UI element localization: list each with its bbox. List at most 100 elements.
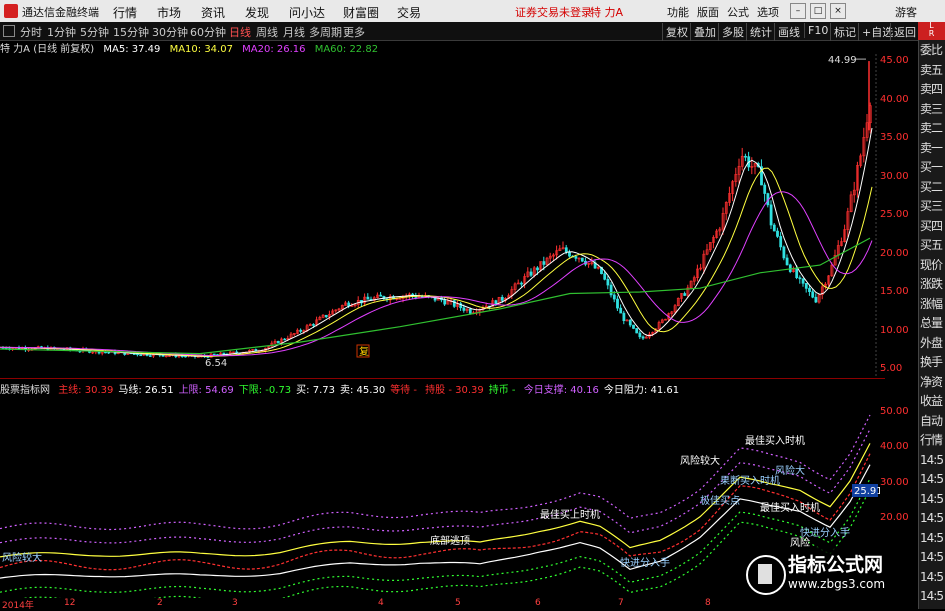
- candlestick-chart[interactable]: 44.99 6.54 复: [0, 54, 880, 379]
- side-panel-item-17[interactable]: 净资: [920, 374, 945, 390]
- signal-annotation-5: 底部逃顶: [430, 534, 470, 547]
- btn-back[interactable]: 返回: [890, 23, 919, 41]
- side-panel-item-18[interactable]: 收益: [920, 393, 945, 409]
- pane-divider[interactable]: [0, 378, 885, 379]
- period-toolbar: 分时 1分钟 5分钟 15分钟 30分钟 60分钟 日线 周线 月线 多周期 更…: [0, 22, 945, 41]
- indicator-value-5: 卖: 45.30: [340, 385, 386, 396]
- main-y-tick-0: 45.00: [880, 55, 909, 66]
- period-more[interactable]: 更多: [343, 24, 365, 40]
- x-tick-6: 6: [535, 598, 541, 608]
- period-15min[interactable]: 15分钟: [113, 24, 149, 40]
- side-panel-item-26[interactable]: 14:5: [920, 549, 945, 565]
- side-panel-item-4[interactable]: 卖二: [920, 120, 945, 136]
- candle: [139, 354, 143, 357]
- main-chart-info: 特 力A (日线 前复权) MA5: 37.49 MA10: 34.07 MA2…: [0, 40, 384, 55]
- side-panel-item-13[interactable]: 涨幅: [920, 296, 945, 312]
- menu-layout[interactable]: 版面: [697, 4, 719, 20]
- indicator-name: 股票指标网: [0, 385, 50, 396]
- menu-discover[interactable]: 发现: [245, 4, 269, 21]
- panel-lr-toggle[interactable]: L R: [918, 22, 945, 40]
- main-y-tick-2: 35.00: [880, 132, 909, 143]
- period-monthly[interactable]: 月线: [283, 24, 305, 40]
- side-panel-item-15[interactable]: 外盘: [920, 335, 945, 351]
- period-weekly[interactable]: 周线: [256, 24, 278, 40]
- side-panel-item-25[interactable]: 14:5: [920, 530, 945, 546]
- side-panel-item-5[interactable]: 卖一: [920, 140, 945, 156]
- high-price-label: 44.99: [828, 55, 857, 66]
- x-tick-5: 5: [455, 598, 461, 608]
- period-1min[interactable]: 1分钟: [47, 24, 76, 40]
- main-y-tick-6: 15.00: [880, 286, 909, 297]
- main-y-tick-5: 20.00: [880, 247, 909, 259]
- close-icon[interactable]: ×: [830, 3, 846, 19]
- x-tick-3: 3: [232, 598, 238, 608]
- side-panel-item-11[interactable]: 现价: [920, 257, 945, 273]
- signal-annotation-0: 风险较大: [2, 551, 42, 564]
- side-panel-item-6[interactable]: 买一: [920, 159, 945, 175]
- menu-bar: 通达信金融终端 行情 市场 资讯 发现 问小达 财富圈 交易 证券交易未登录 特…: [0, 0, 945, 23]
- low-price-label: 6.54: [205, 358, 227, 369]
- side-panel-item-7[interactable]: 买二: [920, 179, 945, 195]
- side-panel-item-28[interactable]: 14:5: [920, 588, 945, 604]
- main-y-tick-3: 30.00: [880, 170, 909, 182]
- indicator-value-8: 持币 -: [488, 385, 519, 396]
- menu-formula[interactable]: 公式: [727, 4, 749, 20]
- menu-function[interactable]: 功能: [667, 4, 689, 20]
- candle: [212, 353, 216, 356]
- side-panel-item-16[interactable]: 换手: [920, 354, 945, 370]
- side-panel-item-14[interactable]: 总量: [920, 315, 945, 331]
- trade-login-notice[interactable]: 证券交易未登录: [515, 4, 592, 20]
- panel-toggle-icon[interactable]: [3, 25, 15, 37]
- btn-f10[interactable]: F10: [804, 23, 831, 38]
- period-30min[interactable]: 30分钟: [152, 24, 188, 40]
- indicator-value-7: 持股 - 30.39: [425, 385, 484, 396]
- side-panel-item-0[interactable]: 委比: [920, 42, 945, 58]
- side-panel-item-12[interactable]: 涨跌: [920, 276, 945, 292]
- side-panel-item-22[interactable]: 14:5: [920, 471, 945, 487]
- menu-ask[interactable]: 问小达: [289, 4, 325, 21]
- btn-multi-stock[interactable]: 多股: [718, 23, 747, 41]
- candle: [580, 257, 584, 263]
- side-panel-item-24[interactable]: 14:5: [920, 510, 945, 526]
- btn-overlay[interactable]: 叠加: [690, 23, 719, 41]
- ind-y-tick-0: 50.00: [880, 406, 909, 417]
- signal-annotation-2: 极佳买点: [700, 494, 740, 507]
- side-panel-item-19[interactable]: 自动: [920, 413, 945, 429]
- btn-stats[interactable]: 统计: [746, 23, 775, 41]
- btn-adjust[interactable]: 复权: [662, 23, 691, 41]
- maximize-icon[interactable]: □: [810, 3, 826, 19]
- minimize-icon[interactable]: –: [790, 3, 806, 19]
- side-panel-item-27[interactable]: 14:5: [920, 569, 945, 585]
- side-panel-item-21[interactable]: 14:5: [920, 452, 945, 468]
- period-multi[interactable]: 多周期: [309, 24, 342, 40]
- menu-trade[interactable]: 交易: [397, 4, 421, 21]
- period-5min[interactable]: 5分钟: [80, 24, 109, 40]
- side-panel-item-9[interactable]: 买四: [920, 218, 945, 234]
- stock-name-label: 特 力A: [590, 6, 624, 19]
- menu-market-quotes[interactable]: 行情: [113, 4, 137, 21]
- btn-mark[interactable]: 标记: [830, 23, 859, 41]
- side-panel-item-10[interactable]: 买五: [920, 237, 945, 253]
- side-panel-item-8[interactable]: 买三: [920, 198, 945, 214]
- indicator-value-3: 下限: -0.73: [238, 385, 292, 396]
- period-daily[interactable]: 日线: [229, 24, 251, 40]
- side-panel-item-2[interactable]: 卖四: [920, 81, 945, 97]
- side-panel-item-3[interactable]: 卖三: [920, 101, 945, 117]
- period-60min[interactable]: 60分钟: [190, 24, 226, 40]
- menu-options[interactable]: 选项: [757, 4, 779, 20]
- side-panel-item-23[interactable]: 14:5: [920, 491, 945, 507]
- menu-news[interactable]: 资讯: [201, 4, 225, 21]
- main-y-tick-1: 40.00: [880, 93, 909, 105]
- menu-market[interactable]: 市场: [157, 4, 181, 21]
- side-panel-item-20[interactable]: 行情: [920, 432, 945, 448]
- x-tick-8: 8: [705, 598, 711, 608]
- guest-label[interactable]: 游客: [895, 4, 917, 20]
- candle: [452, 299, 456, 309]
- menu-wealth[interactable]: 财富圈: [343, 4, 379, 21]
- current-value-text: 25.91: [854, 486, 880, 497]
- quote-side-panel: 委比卖五卖四卖三卖二卖一买一买二买三买四买五现价涨跌涨幅总量外盘换手净资收益自动…: [918, 40, 945, 609]
- side-panel-item-1[interactable]: 卖五: [920, 62, 945, 78]
- indicator-value-1: 马线: 26.51: [118, 385, 174, 396]
- btn-draw[interactable]: 画线: [774, 23, 803, 41]
- period-intraday[interactable]: 分时: [20, 24, 42, 40]
